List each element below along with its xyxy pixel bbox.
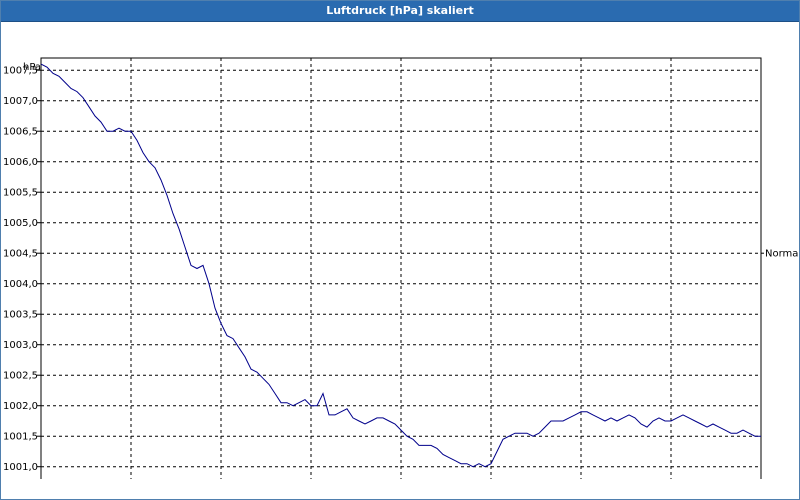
- y-tick-label: 1005,5: [3, 188, 38, 199]
- normal-label: Normal: [765, 249, 799, 260]
- y-tick-label: 1006,5: [3, 127, 38, 138]
- y-tick-label: 1002,5: [3, 371, 38, 382]
- y-tick-label: 1003,0: [3, 340, 38, 351]
- y-tick-label: 1007,5: [3, 66, 38, 77]
- y-tick-label: 1001,5: [3, 432, 38, 443]
- y-tick-label: 1001,0: [3, 462, 38, 473]
- y-tick-label: 1005,0: [3, 218, 38, 229]
- y-tick-label: 1003,5: [3, 310, 38, 321]
- y-tick-label: 1004,0: [3, 279, 38, 290]
- y-tick-label: 1004,5: [3, 249, 38, 260]
- y-tick-label: 1002,0: [3, 401, 38, 412]
- y-tick-label: 1007,0: [3, 96, 38, 107]
- pressure-chart: hPa 1001,01001,51002,01002,51003,01003,5…: [3, 57, 799, 479]
- chart-window: Luftdruck [hPa] skaliert hPa 1001,0 1001,…: [0, 0, 800, 500]
- y-tick-label: 1006,0: [3, 157, 38, 168]
